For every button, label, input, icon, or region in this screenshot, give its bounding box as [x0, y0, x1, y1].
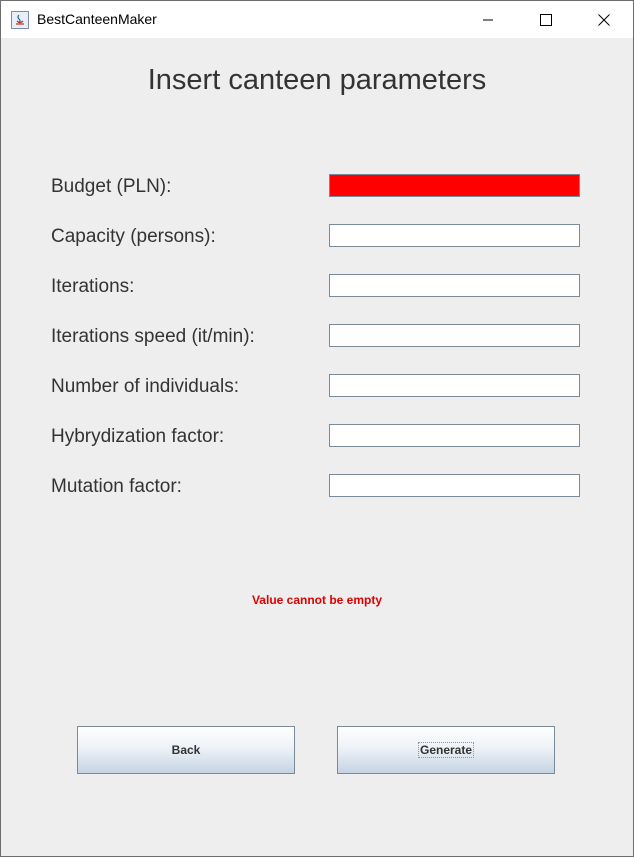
mutation-input[interactable] [329, 474, 580, 497]
budget-input[interactable] [329, 174, 580, 197]
individuals-input[interactable] [329, 374, 580, 397]
close-icon [598, 13, 610, 26]
iterations-speed-input[interactable] [329, 324, 580, 347]
capacity-input[interactable] [329, 224, 580, 247]
minimize-icon [483, 19, 493, 20]
title-bar: BestCanteenMaker [1, 1, 633, 38]
page-title: Insert canteen parameters [147, 64, 487, 96]
individuals-label: Number of individuals: [51, 376, 239, 397]
form-panel: Insert canteen parameters Budget (PLN): … [1, 38, 633, 856]
iterations-speed-label: Iterations speed (it/min): [51, 326, 255, 347]
maximize-button[interactable] [517, 1, 575, 38]
validation-error-message: Value cannot be empty [251, 593, 383, 607]
budget-label: Budget (PLN): [51, 176, 172, 197]
iterations-label: Iterations: [51, 276, 135, 297]
mutation-label: Mutation factor: [51, 476, 182, 497]
back-button-label: Back [171, 743, 201, 757]
java-app-icon [11, 11, 29, 29]
minimize-button[interactable] [459, 1, 517, 38]
iterations-input[interactable] [329, 274, 580, 297]
generate-button-label: Generate [417, 742, 475, 758]
generate-button[interactable]: Generate [337, 726, 555, 774]
maximize-icon [540, 13, 552, 26]
app-window: BestCanteenMaker Insert canteen paramete… [0, 0, 634, 857]
capacity-label: Capacity (persons): [51, 226, 216, 247]
hybridization-input[interactable] [329, 424, 580, 447]
back-button[interactable]: Back [77, 726, 295, 774]
hybridization-label: Hybrydization factor: [51, 426, 225, 447]
window-title: BestCanteenMaker [37, 11, 157, 27]
close-button[interactable] [575, 1, 633, 38]
